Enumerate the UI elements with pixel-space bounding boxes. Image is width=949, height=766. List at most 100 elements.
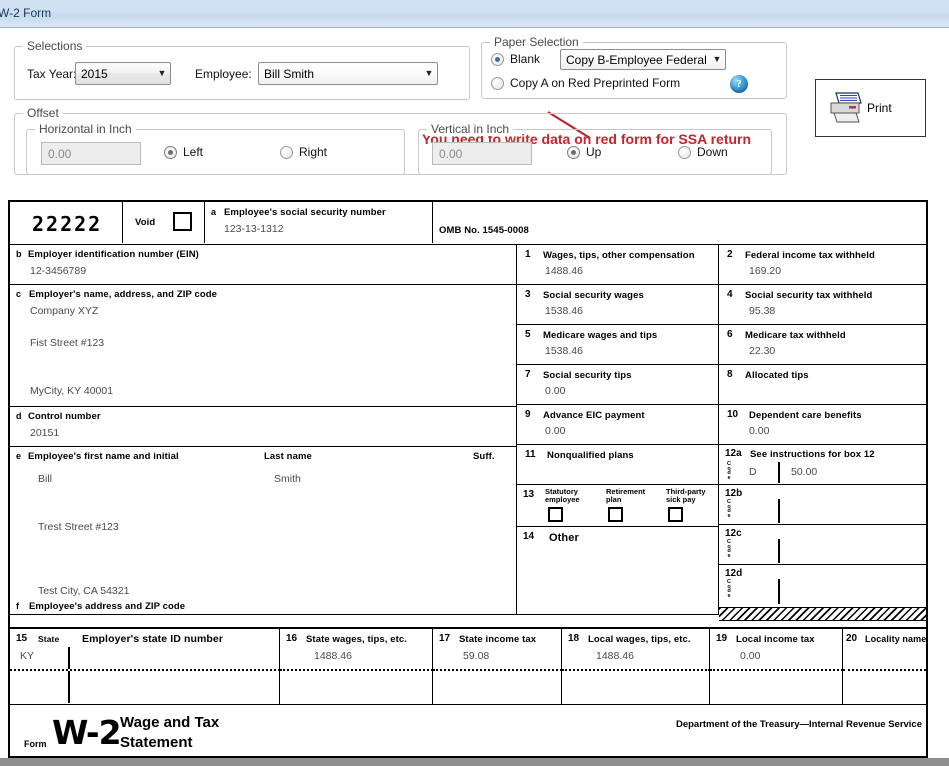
radio-offset-right-label: Right [299,145,327,159]
w2-box-13-retirement-checkbox[interactable] [608,507,623,522]
w2-box-3: 3 Social security wages 1538.46 [517,285,719,325]
w2-box-12c-code-label: Code [726,540,732,558]
radio-offset-up-label: Up [586,145,601,159]
w2-footer-title-line2: Statement [120,734,193,751]
w2-box-4-caption: Social security tax withheld [745,290,872,301]
w2-box-e-letter: e [16,451,21,461]
w2-box-17-value: 59.08 [463,650,489,662]
window-title: W-2 Form [0,6,51,20]
w2-box-12b-num: 12b [725,488,742,499]
w2-box-13-thirdparty-checkbox[interactable] [668,507,683,522]
w2-box-3-num: 3 [525,289,531,300]
w2-box-d: d Control number 20151 [10,407,517,447]
w2-box-e-lastname-caption: Last name [264,451,312,462]
w2-box-6-caption: Medicare tax withheld [745,330,846,341]
employee-dropdown[interactable]: Bill Smith ▼ [258,62,438,85]
w2-box-19-dashed-divider [710,669,843,671]
w2-box-c-caption: Employer's name, address, and ZIP code [29,289,217,300]
w2-box-12c: 12c Code [719,525,926,565]
help-glyph: ? [736,78,742,90]
w2-box-4-num: 4 [727,289,733,300]
w2-box-8-caption: Allocated tips [745,370,809,381]
w2-box-4-value: 95.38 [749,305,775,317]
w2-box-10-caption: Dependent care benefits [749,410,862,421]
chevron-down-icon: ▼ [154,69,170,78]
w2-box-14-num: 14 [523,531,534,542]
w2-box-12a-num: 12a [725,448,742,459]
vertical-offset-input[interactable]: 0.00 [432,142,532,165]
w2-box-13: 13 Statutoryemployee Retirementplan Thir… [517,485,719,527]
radio-blank[interactable]: Blank [491,52,540,66]
w2-footer-w2-logo: W-2 [52,713,121,752]
w2-box-2-num: 2 [727,249,733,260]
w2-box-3-value: 1538.46 [545,305,583,317]
w2-box-18-caption: Local wages, tips, etc. [588,634,691,645]
horizontal-offset-label: Horizontal in Inch [35,122,136,136]
w2-box-17-caption: State income tax [459,634,536,645]
print-button[interactable]: Print [815,79,926,137]
w2-box-12d: 12d Code [719,565,926,607]
w2-box-12d-num: 12d [725,568,742,579]
copy-type-value: Copy B-Employee Federal [561,53,709,67]
w2-box-c-letter: c [16,289,21,299]
w2-box-19-value: 0.00 [740,650,760,662]
w2-box-12d-divider [778,579,780,604]
paper-selection-group: Paper Selection Blank Copy B-Employee Fe… [481,42,787,99]
w2-box-14: 14 Other [517,527,719,615]
w2-box-6: 6 Medicare tax withheld 22.30 [719,325,926,365]
radio-offset-down[interactable]: Down [678,145,728,159]
w2-box-7: 7 Social security tips 0.00 [517,365,719,405]
radio-offset-down-label: Down [697,145,728,159]
copy-type-dropdown[interactable]: Copy B-Employee Federal ▼ [560,49,726,70]
tax-year-label: Tax Year: [27,67,76,81]
selections-group-label: Selections [23,39,86,53]
w2-box-20-dashed-divider [843,669,926,671]
window-bottom-bar [0,758,949,766]
radio-dot-icon [280,146,293,159]
radio-offset-left[interactable]: Left [164,145,203,159]
w2-box-f-caption: Employee's address and ZIP code [29,601,185,612]
w2-box-15-num: 15 [16,633,27,644]
w2-hatched-strip [719,607,926,621]
radio-offset-right[interactable]: Right [280,145,327,159]
w2-box-13-statutory-checkbox[interactable] [548,507,563,522]
w2-box-20-caption: Locality name [865,634,926,644]
vertical-offset-value: 0.00 [439,147,462,161]
w2-box-b-caption: Employer identification number (EIN) [28,249,199,260]
w2-box-20-num: 20 [846,633,857,644]
w2-box-13-retirement-label: Retirementplan [606,488,645,504]
w2-box-7-caption: Social security tips [543,370,632,381]
w2-box-12d-code-label: Code [726,580,732,598]
w2-box-5: 5 Medicare wages and tips 1538.46 [517,325,719,365]
w2-box-a: a Employee's social security number 123-… [205,202,433,243]
w2-state-local-row: 15 State Employer's state ID number KY 1… [10,627,926,705]
help-icon[interactable]: ? [730,75,748,93]
horizontal-offset-group: Horizontal in Inch 0.00 Left Right [26,129,405,175]
w2-box-20: 20 Locality name [843,629,926,704]
w2-box-e-city-state: Test City, CA 54321 [38,585,129,597]
w2-box-b: b Employer identification number (EIN) 1… [10,245,517,285]
w2-box-a-value: 123-13-1312 [224,223,284,235]
radio-blank-label: Blank [510,52,540,66]
w2-footer-form-word: Form [24,739,47,749]
void-checkbox[interactable] [173,212,192,231]
w2-box-11-caption: Nonqualified plans [547,450,634,461]
w2-box-a-letter: a [211,207,216,217]
w2-box-9-value: 0.00 [545,425,565,437]
w2-box-c-line1: Company XYZ [30,305,98,317]
tax-year-dropdown[interactable]: 2015 ▼ [75,62,171,85]
w2-omb-text: OMB No. 1545-0008 [439,225,529,236]
w2-box-19-num: 19 [716,633,727,644]
w2-box-19: 19 Local income tax 0.00 [710,629,843,704]
w2-box-12a-divider [778,462,780,483]
w2-box-13-statutory-label: Statutoryemployee [545,488,580,504]
horizontal-offset-input[interactable]: 0.00 [41,142,141,165]
employee-value: Bill Smith [259,67,421,81]
w2-box-9-num: 9 [525,409,531,420]
w2-box-4: 4 Social security tax withheld 95.38 [719,285,926,325]
radio-offset-up[interactable]: Up [567,145,601,159]
w2-box-d-caption: Control number [28,411,101,422]
w2-box-16-num: 16 [286,633,297,644]
w2-box-d-letter: d [16,411,22,421]
w2-box-6-num: 6 [727,329,733,340]
